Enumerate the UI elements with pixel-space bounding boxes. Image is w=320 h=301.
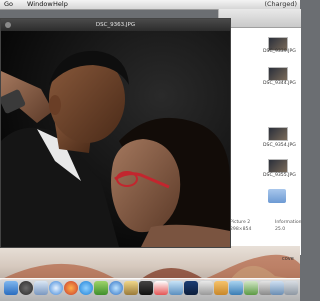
ichat-icon[interactable] (94, 281, 108, 295)
file-thumbnail[interactable] (268, 127, 288, 141)
app-icon[interactable] (199, 281, 213, 295)
app-icon[interactable] (244, 281, 258, 295)
photoshop-icon[interactable] (184, 281, 198, 295)
battery-status[interactable]: (Charged) (264, 0, 297, 9)
finder-icon[interactable] (4, 281, 18, 295)
itunes-icon[interactable] (109, 281, 123, 295)
file-thumbnail[interactable] (268, 67, 288, 81)
calendar-icon[interactable] (154, 281, 168, 295)
iphoto-icon[interactable] (124, 281, 138, 295)
file-name[interactable]: DSC_9355.JPG (263, 173, 296, 178)
menu-window[interactable]: Window (27, 0, 53, 9)
finder-toolbar (219, 9, 301, 28)
desktop-label[interactable]: cove (282, 256, 294, 262)
close-icon[interactable] (5, 22, 11, 28)
preview-photo (1, 31, 230, 247)
terminal-icon[interactable] (139, 281, 153, 295)
file-name[interactable]: DSC_9344.JPG (263, 81, 296, 86)
quicklook-titlebar: DSC_9363.JPG (1, 19, 230, 31)
file-name[interactable]: DSC_9339.JPG (263, 49, 296, 54)
photo-image (1, 31, 230, 247)
file-thumbnail[interactable] (268, 159, 288, 173)
app-icon[interactable] (270, 281, 284, 295)
dock (0, 278, 300, 301)
skype-icon[interactable] (79, 281, 93, 295)
dashboard-icon[interactable] (19, 281, 33, 295)
quicklook-window: DSC_9363.JPG (0, 18, 231, 248)
firefox-icon[interactable] (64, 281, 78, 295)
folder-icon[interactable] (268, 189, 286, 203)
menu-go[interactable]: Go (4, 0, 13, 9)
safari-icon[interactable] (49, 281, 63, 295)
trash-icon[interactable] (284, 281, 298, 295)
picture-size: 298×854 (230, 227, 252, 232)
info-sublabel: 25.0 (275, 227, 286, 232)
menu-help[interactable]: Help (53, 0, 68, 9)
info-label: Information (275, 220, 302, 225)
mail-icon[interactable] (34, 281, 48, 295)
app-icon[interactable] (229, 281, 243, 295)
wallpaper-art (0, 254, 300, 289)
preview-icon[interactable] (169, 281, 183, 295)
app-icon[interactable] (214, 281, 228, 295)
quicklook-title: DSC_9363.JPG (95, 22, 136, 28)
file-name[interactable]: DSC_9354.JPG (263, 143, 296, 148)
picture-name: Picture 2 (230, 220, 251, 225)
desktop-wallpaper: cove (0, 246, 300, 289)
